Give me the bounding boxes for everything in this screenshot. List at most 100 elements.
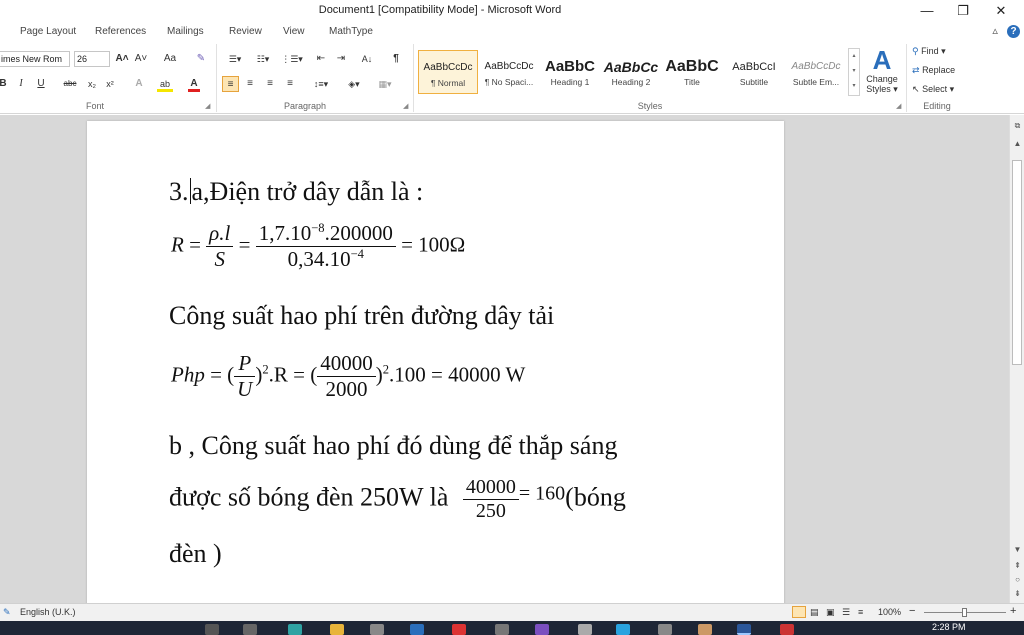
app-icon[interactable] [658,624,672,635]
document-canvas[interactable]: 3. a,Điện trở dây dẫn là : R = ρ.l S = 1,… [0,115,1009,603]
visual-studio-icon[interactable] [535,624,549,635]
document-page[interactable]: 3. a,Điện trở dây dẫn là : R = ρ.l S = 1,… [87,121,784,603]
justify-icon[interactable]: ≡ [282,76,298,92]
shrink-font-button[interactable]: A˅ [133,51,149,67]
web-layout-view-icon[interactable]: ▣ [826,607,835,618]
app-icon[interactable] [495,624,509,635]
tab-review[interactable]: Review [229,26,262,37]
tab-mailings[interactable]: Mailings [167,26,204,37]
zoom-out-button[interactable]: − [909,605,915,617]
style-subtle-emphasis[interactable]: AaBbCcDc Subtle Em... [786,50,846,94]
style-no-spacing[interactable]: AaBbCcDc ¶ No Spaci... [479,50,539,94]
clear-formatting-icon[interactable]: ✎ [193,51,209,67]
align-center-icon[interactable]: ≡ [242,76,258,92]
grow-font-button[interactable]: A˄ [114,51,130,67]
highlight-button[interactable]: ab [157,76,173,92]
app-icon[interactable] [616,624,630,635]
font-name-combo[interactable]: imes New Rom [0,51,70,67]
store-icon[interactable] [370,624,384,635]
zoom-in-button[interactable]: + [1010,605,1016,617]
bold-button[interactable]: B [0,76,8,92]
language-indicator[interactable]: English (U.K.) [20,607,76,617]
equation-resistance[interactable]: R = ρ.l S = 1,7.10−8.200000 0,34.10−4 = … [171,221,465,272]
outline-view-icon[interactable]: ☰ [842,607,850,618]
tab-mathtype[interactable]: MathType [329,26,373,37]
find-button[interactable]: ⚲ Find ▾ [912,46,946,57]
style-subtitle[interactable]: AaBbCcI Subtitle [724,50,784,94]
previous-page-icon[interactable]: ⇞ [1010,561,1024,570]
show-marks-icon[interactable]: ¶ [389,51,403,67]
font-color-button[interactable]: A [188,76,200,92]
app-icon[interactable] [780,624,794,635]
print-layout-view-icon[interactable] [792,606,806,618]
tab-references[interactable]: References [95,26,146,37]
change-case-button[interactable]: Aa [160,51,180,67]
scroll-up-arrow-icon[interactable]: ▲ [1010,139,1024,148]
search-icon[interactable] [205,624,219,635]
full-screen-view-icon[interactable]: ▤ [810,607,819,618]
file-explorer-icon[interactable] [330,624,344,635]
strikethrough-button[interactable]: abc [62,76,78,92]
borders-icon[interactable]: ▦▾ [374,76,396,92]
equation-power[interactable]: Php = (P U)2.R = (40000 2000)2.100 = 40000… [171,351,525,402]
align-left-icon[interactable]: ≡ [222,76,239,92]
doc-line-bulb-count[interactable]: được số bóng đèn 250W là 40000 250 = 160… [169,476,626,523]
word-icon[interactable] [737,624,751,635]
tab-view[interactable]: View [283,26,305,37]
mail-icon[interactable] [410,624,424,635]
scroll-down-arrow-icon[interactable]: ▼ [1010,545,1024,554]
doc-line-heading-a[interactable]: 3. a,Điện trở dây dẫn là : [169,177,423,207]
zoom-slider[interactable] [924,608,1006,617]
close-button[interactable]: ✕ [986,2,1016,20]
help-icon[interactable]: ? [1007,25,1020,38]
edge-browser-icon[interactable] [288,624,302,635]
restore-button[interactable]: ❐ [948,2,978,20]
app-icon[interactable] [578,624,592,635]
sort-icon[interactable]: A↓ [358,51,376,67]
change-styles-button[interactable]: A Change Styles ▾ [864,46,900,100]
doc-line-bulb-end[interactable]: đèn ) [169,539,222,569]
styles-dialog-launcher-icon[interactable]: ◢ [896,102,901,110]
style-title[interactable]: AaBbC Title [662,50,722,94]
ruler-toggle-icon[interactable]: ⧉ [1010,121,1024,131]
vertical-scrollbar[interactable]: ⧉ ▲ ▼ ⇞ ○ ⇟ [1009,115,1024,603]
font-dialog-launcher-icon[interactable]: ◢ [205,102,210,110]
opera-icon[interactable] [452,624,466,635]
collapse-ribbon-icon[interactable]: ▵ [992,25,998,37]
subscript-button[interactable]: x₂ [85,76,99,92]
paragraph-dialog-launcher-icon[interactable]: ◢ [403,102,408,110]
numbering-icon[interactable]: ☷▾ [252,51,274,67]
select-button[interactable]: ↖ Select ▾ [912,84,954,95]
clock[interactable]: 2:28 PM [932,622,966,632]
app-icon[interactable] [698,624,712,635]
next-page-icon[interactable]: ⇟ [1010,589,1024,598]
text-effects-button[interactable]: A [132,76,146,92]
align-right-icon[interactable]: ≡ [262,76,278,92]
multilevel-list-icon[interactable]: ⋮☰▾ [281,51,303,67]
shading-icon[interactable]: ◈▾ [343,76,365,92]
line-spacing-icon[interactable]: ↕≡▾ [310,76,332,92]
zoom-slider-thumb[interactable] [962,608,967,617]
decrease-indent-icon[interactable]: ⇤ [314,51,328,67]
browse-object-icon[interactable]: ○ [1010,575,1024,584]
spelling-icon[interactable]: ✎ [3,607,11,618]
doc-line-part-b[interactable]: b , Công suất hao phí đó dùng để thắp sá… [169,431,617,461]
superscript-button[interactable]: x² [103,76,117,92]
replace-button[interactable]: ⇄ Replace [912,65,955,76]
styles-gallery-scroll[interactable]: ▴ ▾ ▾ [848,48,860,96]
underline-button[interactable]: U [36,76,46,92]
zoom-level[interactable]: 100% [878,607,901,617]
italic-button[interactable]: I [16,76,26,92]
doc-line-power-loss[interactable]: Công suất hao phí trên đường dây tải [169,301,554,331]
bullets-icon[interactable]: ☰▾ [224,51,246,67]
task-view-icon[interactable] [243,624,257,635]
tab-page-layout[interactable]: Page Layout [20,26,76,37]
style-normal[interactable]: AaBbCcDc ¶ Normal [418,50,478,94]
scroll-thumb[interactable] [1012,160,1022,365]
style-heading-1[interactable]: AaBbC Heading 1 [540,50,600,94]
style-heading-2[interactable]: AaBbCc Heading 2 [601,50,661,94]
font-size-combo[interactable]: 26 [74,51,110,67]
draft-view-icon[interactable]: ≡ [858,607,863,617]
minimize-button[interactable]: — [912,2,942,20]
increase-indent-icon[interactable]: ⇥ [334,51,348,67]
